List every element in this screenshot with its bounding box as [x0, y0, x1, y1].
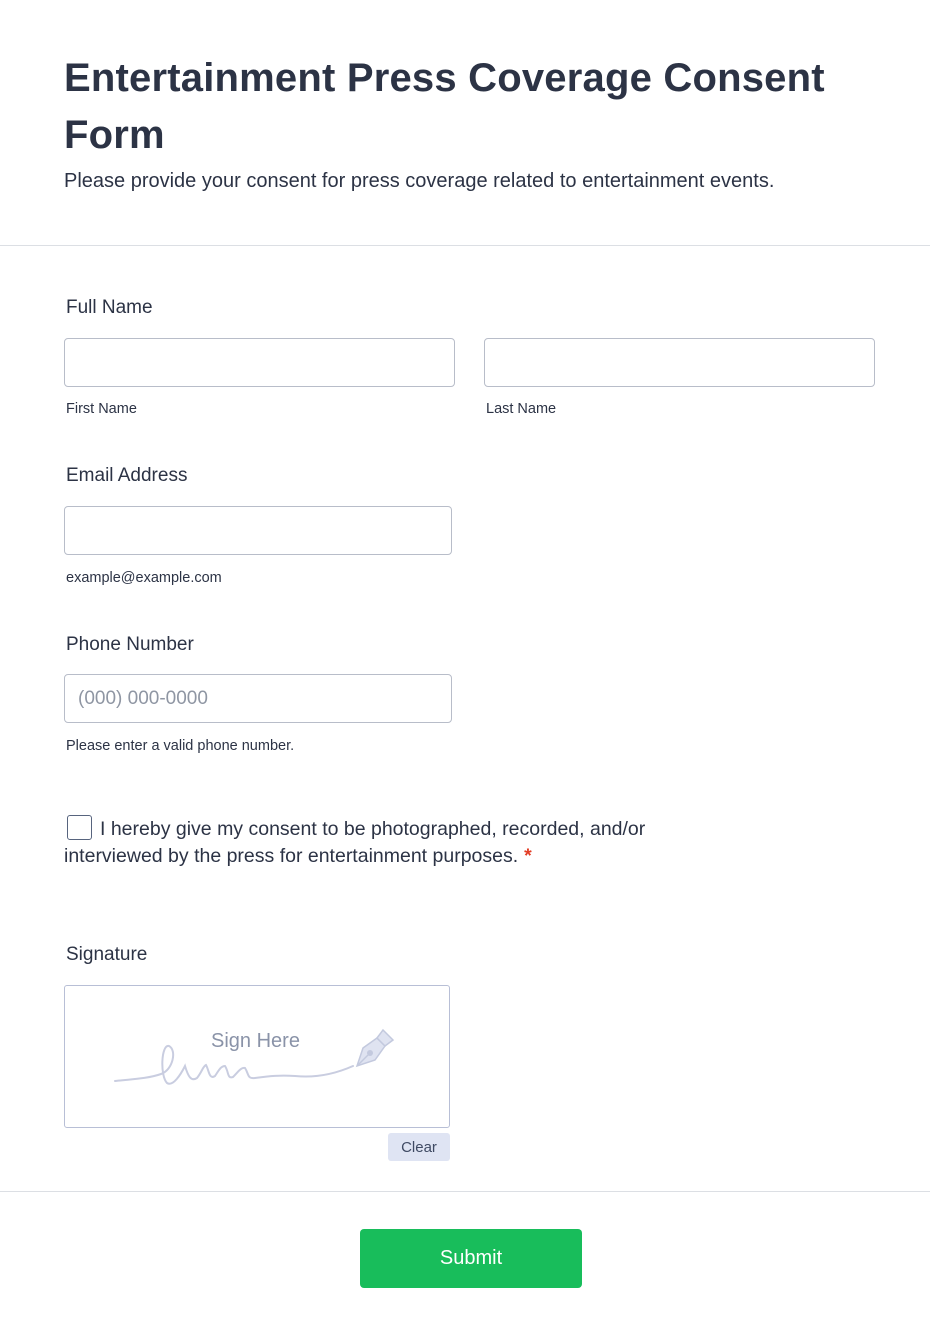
header-divider — [0, 245, 930, 246]
full-name-label: Full Name — [66, 297, 153, 318]
last-name-sublabel: Last Name — [486, 401, 557, 417]
first-name-sublabel: First Name — [66, 401, 137, 417]
consent-checkbox[interactable] — [67, 815, 92, 840]
pen-nib-icon — [355, 1028, 395, 1068]
clear-signature-button[interactable]: Clear — [388, 1133, 450, 1161]
form-title: Entertainment Press Coverage Consent For… — [64, 56, 825, 157]
first-name-input[interactable] — [64, 338, 455, 387]
form-subtitle: Please provide your consent for press co… — [64, 170, 775, 192]
required-asterisk: * — [524, 845, 532, 867]
form-header: Entertainment Press Coverage Consent For… — [64, 50, 884, 194]
consent-field: I hereby give my consent to be photograp… — [64, 815, 724, 870]
footer-divider — [0, 1191, 930, 1192]
email-sublabel: example@example.com — [66, 570, 222, 586]
consent-text: I hereby give my consent to be photograp… — [64, 818, 646, 867]
signature-label: Signature — [66, 944, 148, 965]
phone-sublabel: Please enter a valid phone number. — [66, 738, 295, 754]
sign-here-placeholder: Sign Here — [211, 1030, 300, 1052]
signature-pad[interactable]: Sign Here — [64, 985, 450, 1128]
phone-input[interactable] — [64, 674, 452, 723]
signature-scribble — [114, 1028, 395, 1085]
last-name-input[interactable] — [484, 338, 875, 387]
submit-button[interactable]: Submit — [360, 1229, 582, 1288]
phone-label: Phone Number — [66, 634, 194, 655]
email-input[interactable] — [64, 506, 452, 555]
email-label: Email Address — [66, 465, 188, 486]
